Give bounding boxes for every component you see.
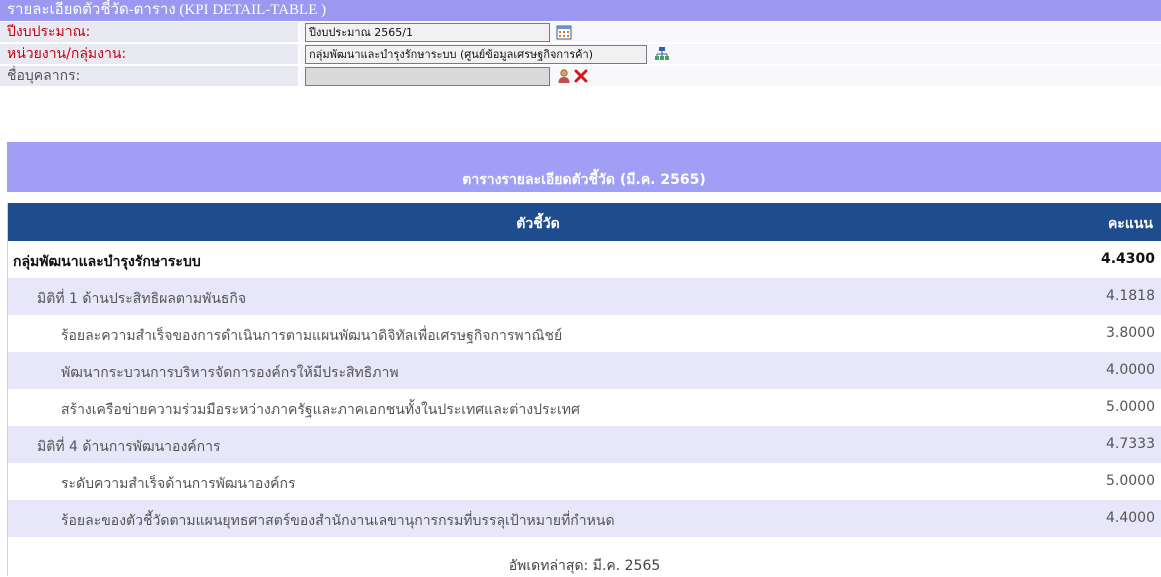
- last-updated-text: อัพเดทล่าสุด: มี.ค. 2565: [508, 558, 661, 574]
- table-row: กลุ่มพัฒนาและบำรุงรักษาระบบ 4.4300: [8, 241, 1161, 278]
- org-chart-icon[interactable]: [654, 46, 670, 62]
- table-row: ระดับความสำเร็จด้านการพัฒนาองค์กร 5.0000: [8, 463, 1161, 500]
- kpi-score: 4.4000: [1106, 510, 1155, 526]
- kpi-score: 4.0000: [1106, 362, 1155, 378]
- kpi-name: พัฒนากระบวนการบริหารจัดการองค์กรให้มีประ…: [61, 365, 399, 381]
- person-row: ชื่อบุคลากร:: [0, 66, 1161, 87]
- person-cell: [299, 66, 1161, 86]
- table-row: ร้อยละความสำเร็จของการดำเนินการตามแผนพัฒ…: [8, 315, 1161, 352]
- kpi-filter-panel: รายละเอียดตัวชี้วัด-ตาราง (KPI DETAIL-TA…: [0, 0, 1161, 86]
- kpi-score: 5.0000: [1106, 473, 1155, 489]
- kpi-score: 4.7333: [1106, 436, 1155, 452]
- panel-title: รายละเอียดตัวชี้วัด-ตาราง (KPI DETAIL-TA…: [0, 0, 1161, 21]
- department-cell: กลุ่มพัฒนาและบำรุงรักษาระบบ (ศูนย์ข้อมูล…: [299, 44, 1161, 64]
- kpi-table: ตัวชี้วัด คะแนน กลุ่มพัฒนาและบำรุงรักษาร…: [7, 203, 1161, 576]
- kpi-column-header: ตัวชี้วัด: [516, 216, 560, 232]
- department-label: หน่วยงาน/กลุ่มงาน:: [0, 44, 298, 64]
- kpi-name: สร้างเครือข่ายความร่วมมือระหว่างภาครัฐแล…: [61, 402, 580, 418]
- section-title: ตารางรายละเอียดตัวชี้วัด (มี.ค. 2565): [7, 142, 1161, 192]
- kpi-score: 4.1818: [1106, 288, 1155, 304]
- table-row: สร้างเครือข่ายความร่วมมือระหว่างภาครัฐแล…: [8, 389, 1161, 426]
- person-icon[interactable]: [556, 68, 572, 84]
- budget-year-row: ปีงบประมาณ: ปีงบประมาณ 2565/1: [0, 22, 1161, 43]
- kpi-score: 3.8000: [1106, 325, 1155, 341]
- budget-year-field[interactable]: ปีงบประมาณ 2565/1: [305, 23, 550, 42]
- kpi-name: ร้อยละความสำเร็จของการดำเนินการตามแผนพัฒ…: [61, 328, 563, 344]
- clear-x-icon[interactable]: [573, 68, 589, 84]
- kpi-name: กลุ่มพัฒนาและบำรุงรักษาระบบ: [13, 254, 201, 270]
- kpi-name: ระดับความสำเร็จด้านการพัฒนาองค์กร: [61, 476, 296, 492]
- budget-year-label: ปีงบประมาณ:: [0, 22, 298, 42]
- kpi-score: 4.4300: [1100, 251, 1155, 267]
- kpi-name: มิติที่ 4 ด้านการพัฒนาองค์การ: [37, 439, 221, 455]
- department-row: หน่วยงาน/กลุ่มงาน: กลุ่มพัฒนาและบำรุงรัก…: [0, 44, 1161, 65]
- person-field[interactable]: [305, 67, 550, 86]
- kpi-name: ร้อยละของตัวชี้วัดตามแผนยุทธศาสตร์ของสำน…: [61, 513, 615, 529]
- table-row: มิติที่ 1 ด้านประสิทธิผลตามพันธกิจ 4.181…: [8, 278, 1161, 315]
- table-row: มิติที่ 4 ด้านการพัฒนาองค์การ 4.7333: [8, 426, 1161, 463]
- department-field[interactable]: กลุ่มพัฒนาและบำรุงรักษาระบบ (ศูนย์ข้อมูล…: [305, 45, 647, 64]
- table-row: ร้อยละของตัวชี้วัดตามแผนยุทธศาสตร์ของสำน…: [8, 500, 1161, 537]
- budget-year-cell: ปีงบประมาณ 2565/1: [299, 22, 1161, 42]
- person-label: ชื่อบุคลากร:: [0, 66, 298, 86]
- table-header: ตัวชี้วัด คะแนน: [8, 203, 1161, 241]
- score-column-header: คะแนน: [1107, 216, 1153, 232]
- kpi-name: มิติที่ 1 ด้านประสิทธิผลตามพันธกิจ: [37, 291, 247, 307]
- kpi-score: 5.0000: [1106, 399, 1155, 415]
- calendar-icon[interactable]: [556, 24, 572, 40]
- table-row: พัฒนากระบวนการบริหารจัดการองค์กรให้มีประ…: [8, 352, 1161, 389]
